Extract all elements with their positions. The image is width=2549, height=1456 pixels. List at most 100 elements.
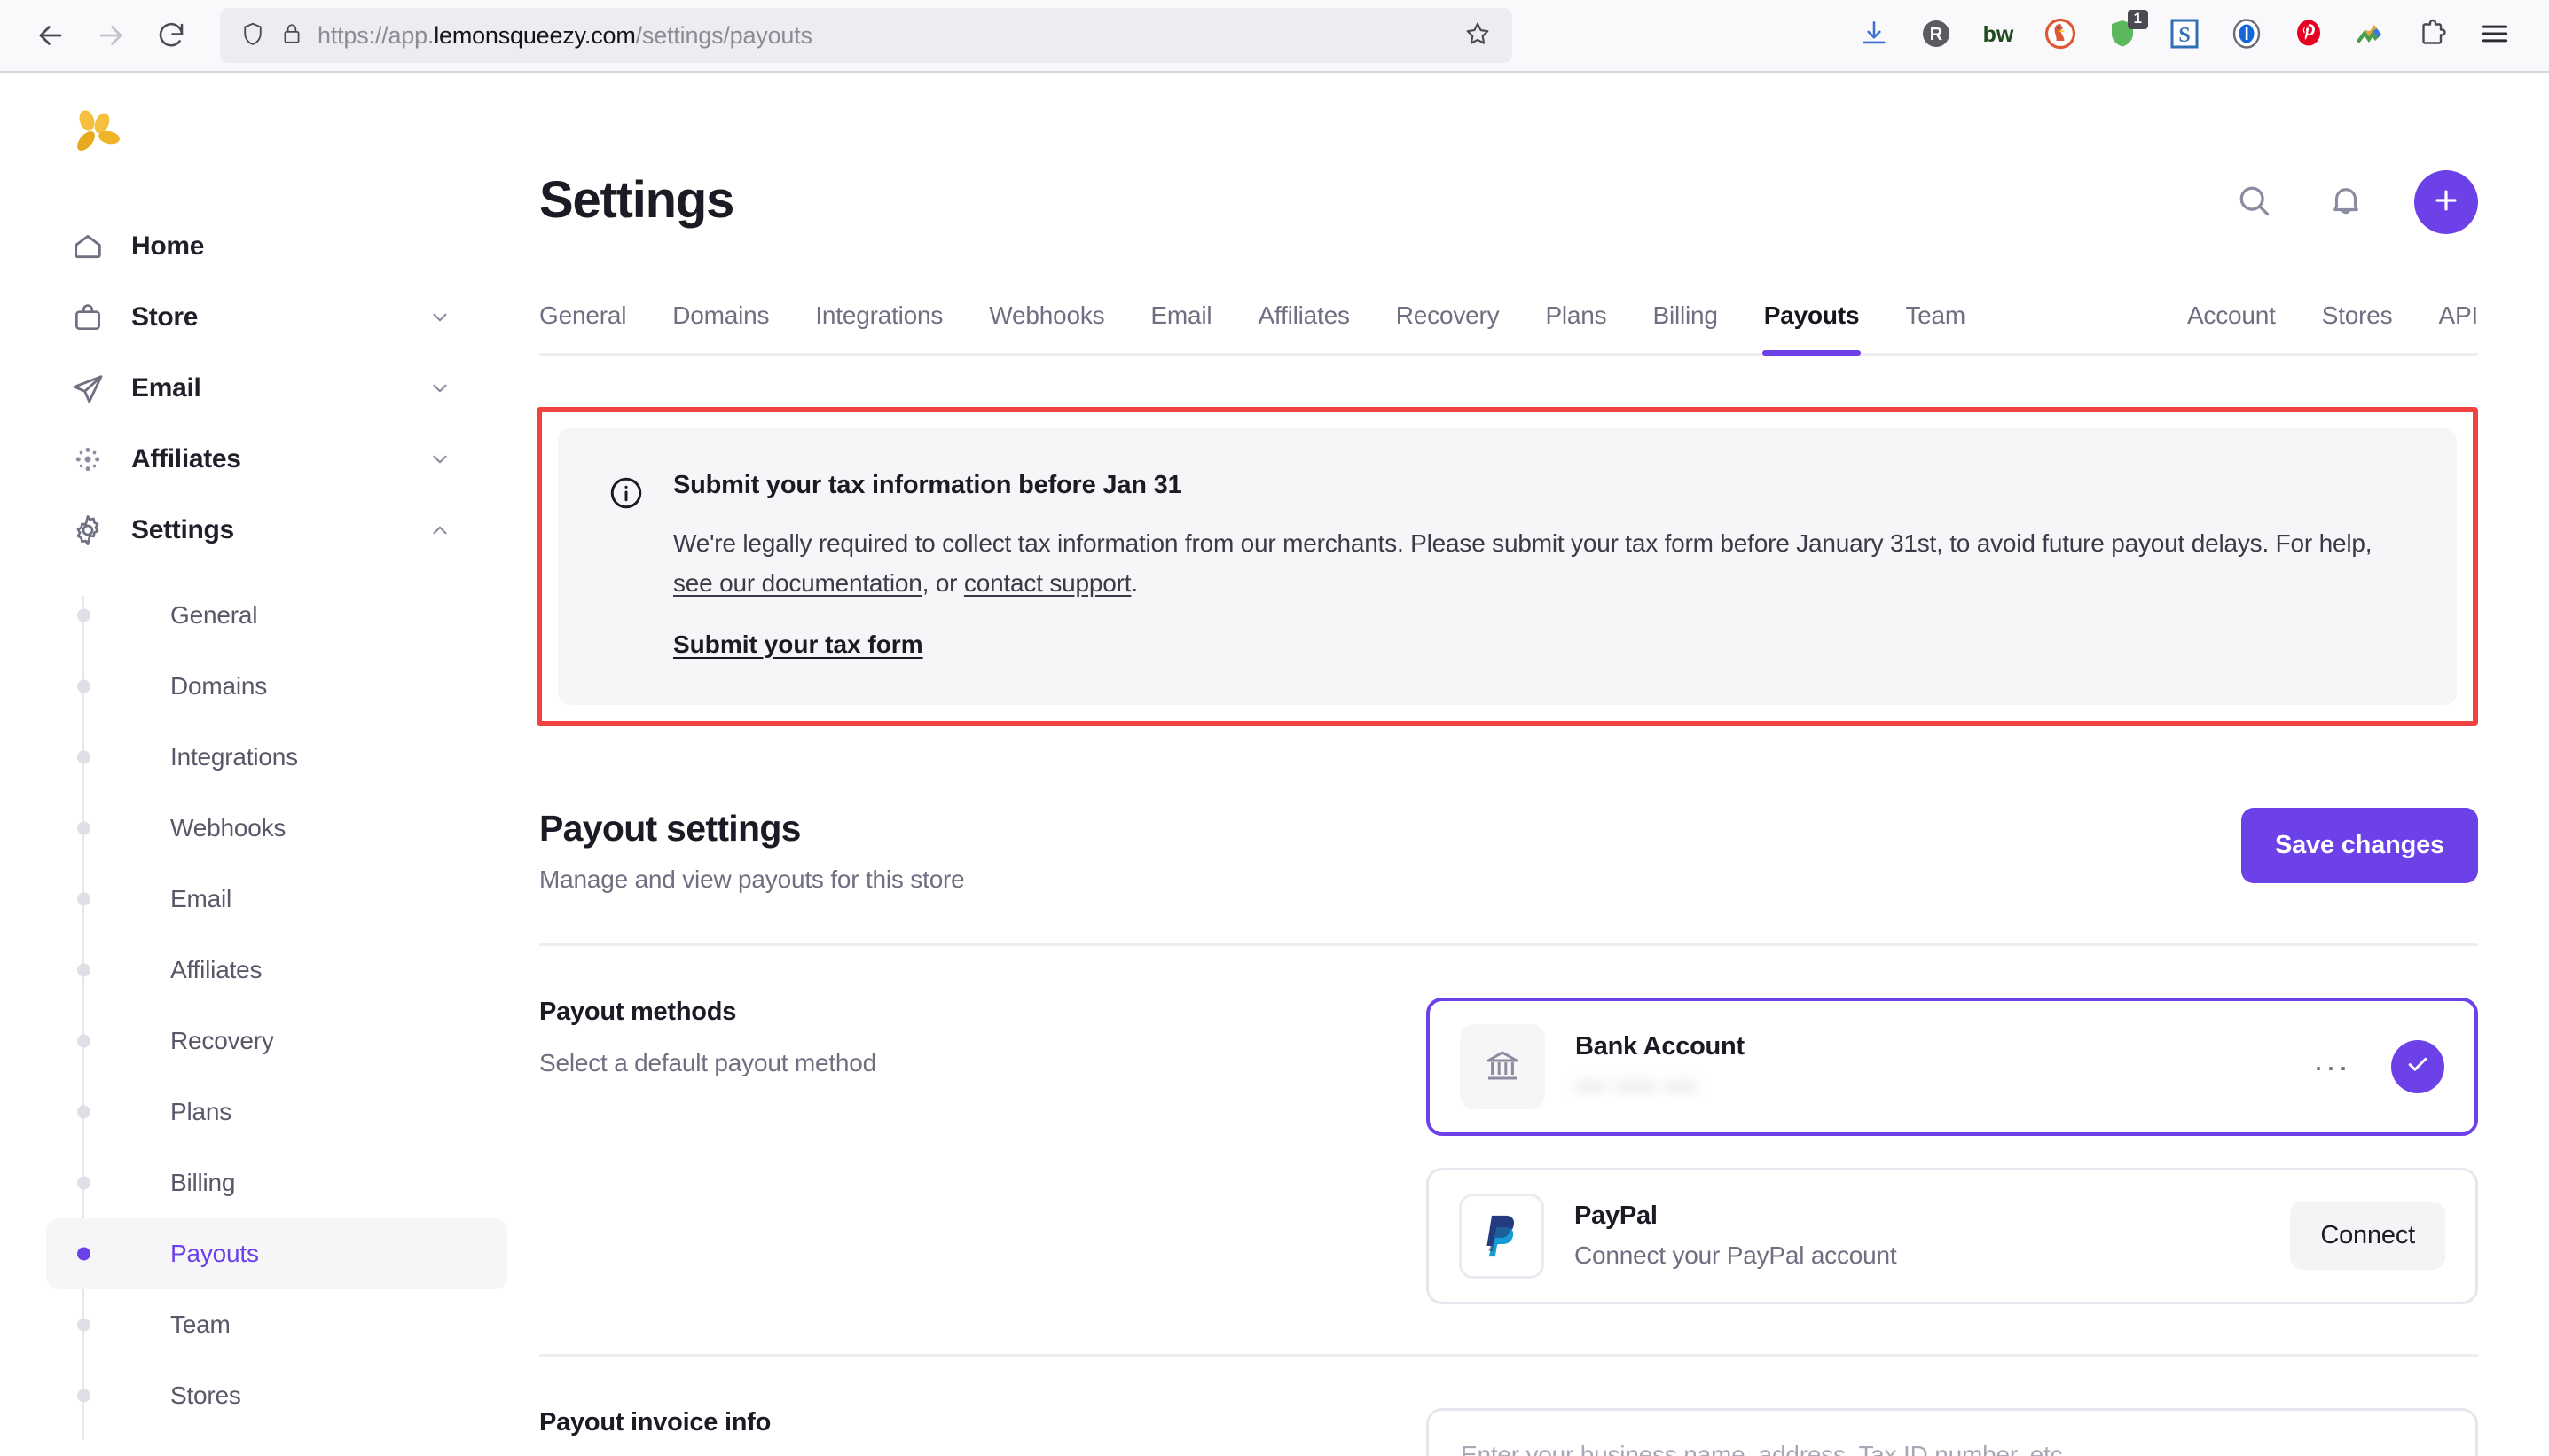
- payout-method-title: PayPal: [1574, 1202, 1658, 1231]
- s-extension-icon: S: [2166, 15, 2203, 57]
- bullet-dot-icon: [77, 679, 90, 693]
- chevron-down-icon[interactable]: [427, 305, 452, 330]
- downloads-button[interactable]: [1843, 4, 1905, 67]
- sidebar-item-billing[interactable]: Billing: [46, 1147, 507, 1218]
- submit-tax-form-link[interactable]: Submit your tax form: [673, 630, 923, 659]
- tab-general[interactable]: General: [539, 301, 626, 353]
- settings-tabs: General Domains Integrations Webhooks Em…: [539, 301, 2478, 356]
- sidebar-item-affiliates-sub[interactable]: Affiliates: [46, 935, 507, 1006]
- header-actions: [2230, 170, 2478, 234]
- sidebar-item-affiliates[interactable]: Affiliates: [0, 424, 507, 495]
- reload-button[interactable]: [144, 8, 199, 63]
- extensions-button[interactable]: [2402, 4, 2464, 67]
- store-bag-icon: [69, 299, 106, 336]
- payout-method-card-bank[interactable]: Bank Account ••• •••• ••• ···: [1426, 997, 2478, 1136]
- url-prefix: https://app.: [318, 21, 435, 49]
- bullet-dot-icon: [77, 1318, 90, 1332]
- lock-icon[interactable]: [280, 21, 303, 51]
- tab-team[interactable]: Team: [1905, 301, 1965, 353]
- settings-subnav: General Domains Integrations Webhooks Em…: [0, 580, 532, 1440]
- tab-payouts[interactable]: Payouts: [1761, 301, 1861, 356]
- tab-stores[interactable]: Stores: [2322, 301, 2393, 353]
- back-button[interactable]: [23, 8, 78, 63]
- tab-domains[interactable]: Domains: [672, 301, 769, 353]
- bullet-dot-icon: [77, 963, 90, 977]
- payout-invoice-textarea[interactable]: Enter your business name, address, Tax I…: [1426, 1407, 2478, 1456]
- sidebar-item-settings[interactable]: Settings: [0, 495, 507, 566]
- star-icon[interactable]: [1463, 19, 1493, 53]
- rakuten-button[interactable]: R: [1905, 4, 1967, 67]
- forward-button[interactable]: [83, 8, 138, 63]
- chevron-down-icon[interactable]: [427, 447, 452, 472]
- s-extension-button[interactable]: S: [2153, 4, 2216, 67]
- tab-billing[interactable]: Billing: [1652, 301, 1718, 353]
- extensions-puzzle-icon: [2417, 17, 2449, 55]
- sidebar-item-plans[interactable]: Plans: [46, 1076, 507, 1147]
- payout-method-title: Bank Account: [1575, 1032, 1745, 1061]
- duckduckgo-button[interactable]: [2029, 4, 2091, 67]
- pinterest-icon: [2290, 15, 2327, 57]
- shield-icon[interactable]: [239, 20, 266, 51]
- save-changes-button[interactable]: Save changes: [2240, 807, 2478, 883]
- contact-support-link[interactable]: contact support: [964, 569, 1132, 597]
- app-menu-button[interactable]: [2464, 4, 2526, 67]
- payout-invoice-label: Payout invoice info: [539, 1407, 772, 1436]
- sidebar-item-email[interactable]: Email: [0, 353, 507, 424]
- sidebar-subitem-label: Email: [170, 885, 232, 912]
- tab-plans[interactable]: Plans: [1545, 301, 1606, 353]
- sidebar-item-webhooks[interactable]: Webhooks: [46, 793, 507, 864]
- paypal-icon: [1459, 1193, 1544, 1279]
- search-button[interactable]: [2230, 178, 2278, 226]
- chevron-down-icon[interactable]: [427, 376, 452, 401]
- sidebar-item-store[interactable]: Store: [0, 282, 507, 353]
- tab-account[interactable]: Account: [2187, 301, 2276, 353]
- pinterest-button[interactable]: [2278, 4, 2340, 67]
- payout-method-menu-button[interactable]: ···: [2313, 1050, 2350, 1083]
- sidebar-item-payouts[interactable]: Payouts: [46, 1218, 507, 1289]
- bullet-dot-icon: [77, 1105, 90, 1119]
- bullet-dot-icon: [77, 1176, 90, 1190]
- url-text[interactable]: https://app.lemonsqueezy.com/settings/pa…: [318, 22, 1448, 50]
- sidebar-item-recovery[interactable]: Recovery: [46, 1006, 507, 1076]
- add-new-button[interactable]: [2414, 170, 2478, 234]
- sidebar-item-general[interactable]: General: [46, 580, 507, 651]
- onepassword-button[interactable]: [2216, 4, 2278, 67]
- tab-recovery[interactable]: Recovery: [1396, 301, 1500, 353]
- sidebar-item-integrations[interactable]: Integrations: [46, 722, 507, 793]
- sidebar-item-domains[interactable]: Domains: [46, 651, 507, 722]
- payout-invoice-label-group: Payout invoice info Optional. Informatio…: [539, 1408, 1391, 1456]
- sidebar-item-label: Home: [131, 231, 205, 261]
- sidebar-item-team[interactable]: Team: [46, 1289, 507, 1360]
- tabs-right-group: Account Stores API: [2141, 301, 2478, 353]
- sidebar-subitem-label: Webhooks: [170, 814, 286, 842]
- connect-paypal-button[interactable]: Connect: [2290, 1202, 2445, 1271]
- home-icon: [69, 228, 106, 265]
- payout-method-bank-body: Bank Account ••• •••• •••: [1575, 1032, 2283, 1100]
- tab-integrations[interactable]: Integrations: [815, 301, 943, 353]
- tab-api[interactable]: API: [2438, 301, 2478, 353]
- sidebar-item-home[interactable]: Home: [0, 211, 507, 282]
- notifications-button[interactable]: [2322, 178, 2370, 226]
- payout-method-card-paypal[interactable]: PayPal Connect your PayPal account Conne…: [1426, 1167, 2478, 1304]
- sidebar-item-stores[interactable]: Stores: [46, 1360, 507, 1431]
- default-method-check-badge[interactable]: [2391, 1039, 2444, 1093]
- lemonsqueezy-logo[interactable]: [0, 73, 532, 172]
- bitwarden-button[interactable]: bw: [1967, 4, 2029, 67]
- tab-webhooks[interactable]: Webhooks: [989, 301, 1104, 353]
- documentation-link[interactable]: see our documentation: [673, 569, 922, 597]
- page-title: Settings: [539, 171, 734, 229]
- sidebar: Home Store Email Affiliates Settings Gen…: [0, 73, 532, 1456]
- tab-affiliates[interactable]: Affiliates: [1258, 301, 1350, 353]
- tab-email[interactable]: Email: [1150, 301, 1212, 353]
- chevron-up-icon[interactable]: [427, 518, 452, 543]
- address-bar[interactable]: https://app.lemonsqueezy.com/settings/pa…: [220, 8, 1512, 63]
- primary-nav: Home Store Email Affiliates Settings: [0, 211, 532, 566]
- sidebar-item-label: Store: [131, 302, 199, 332]
- sidebar-item-email[interactable]: Email: [46, 864, 507, 935]
- analytics-arrow-button[interactable]: [2340, 4, 2402, 67]
- section-title: Payout settings: [539, 807, 801, 849]
- svg-text:bw: bw: [1983, 22, 2014, 47]
- vivaldi-shield-button[interactable]: 1: [2091, 4, 2153, 67]
- sidebar-subitem-label: Plans: [170, 1098, 232, 1125]
- bullet-dot-icon: [77, 1389, 90, 1403]
